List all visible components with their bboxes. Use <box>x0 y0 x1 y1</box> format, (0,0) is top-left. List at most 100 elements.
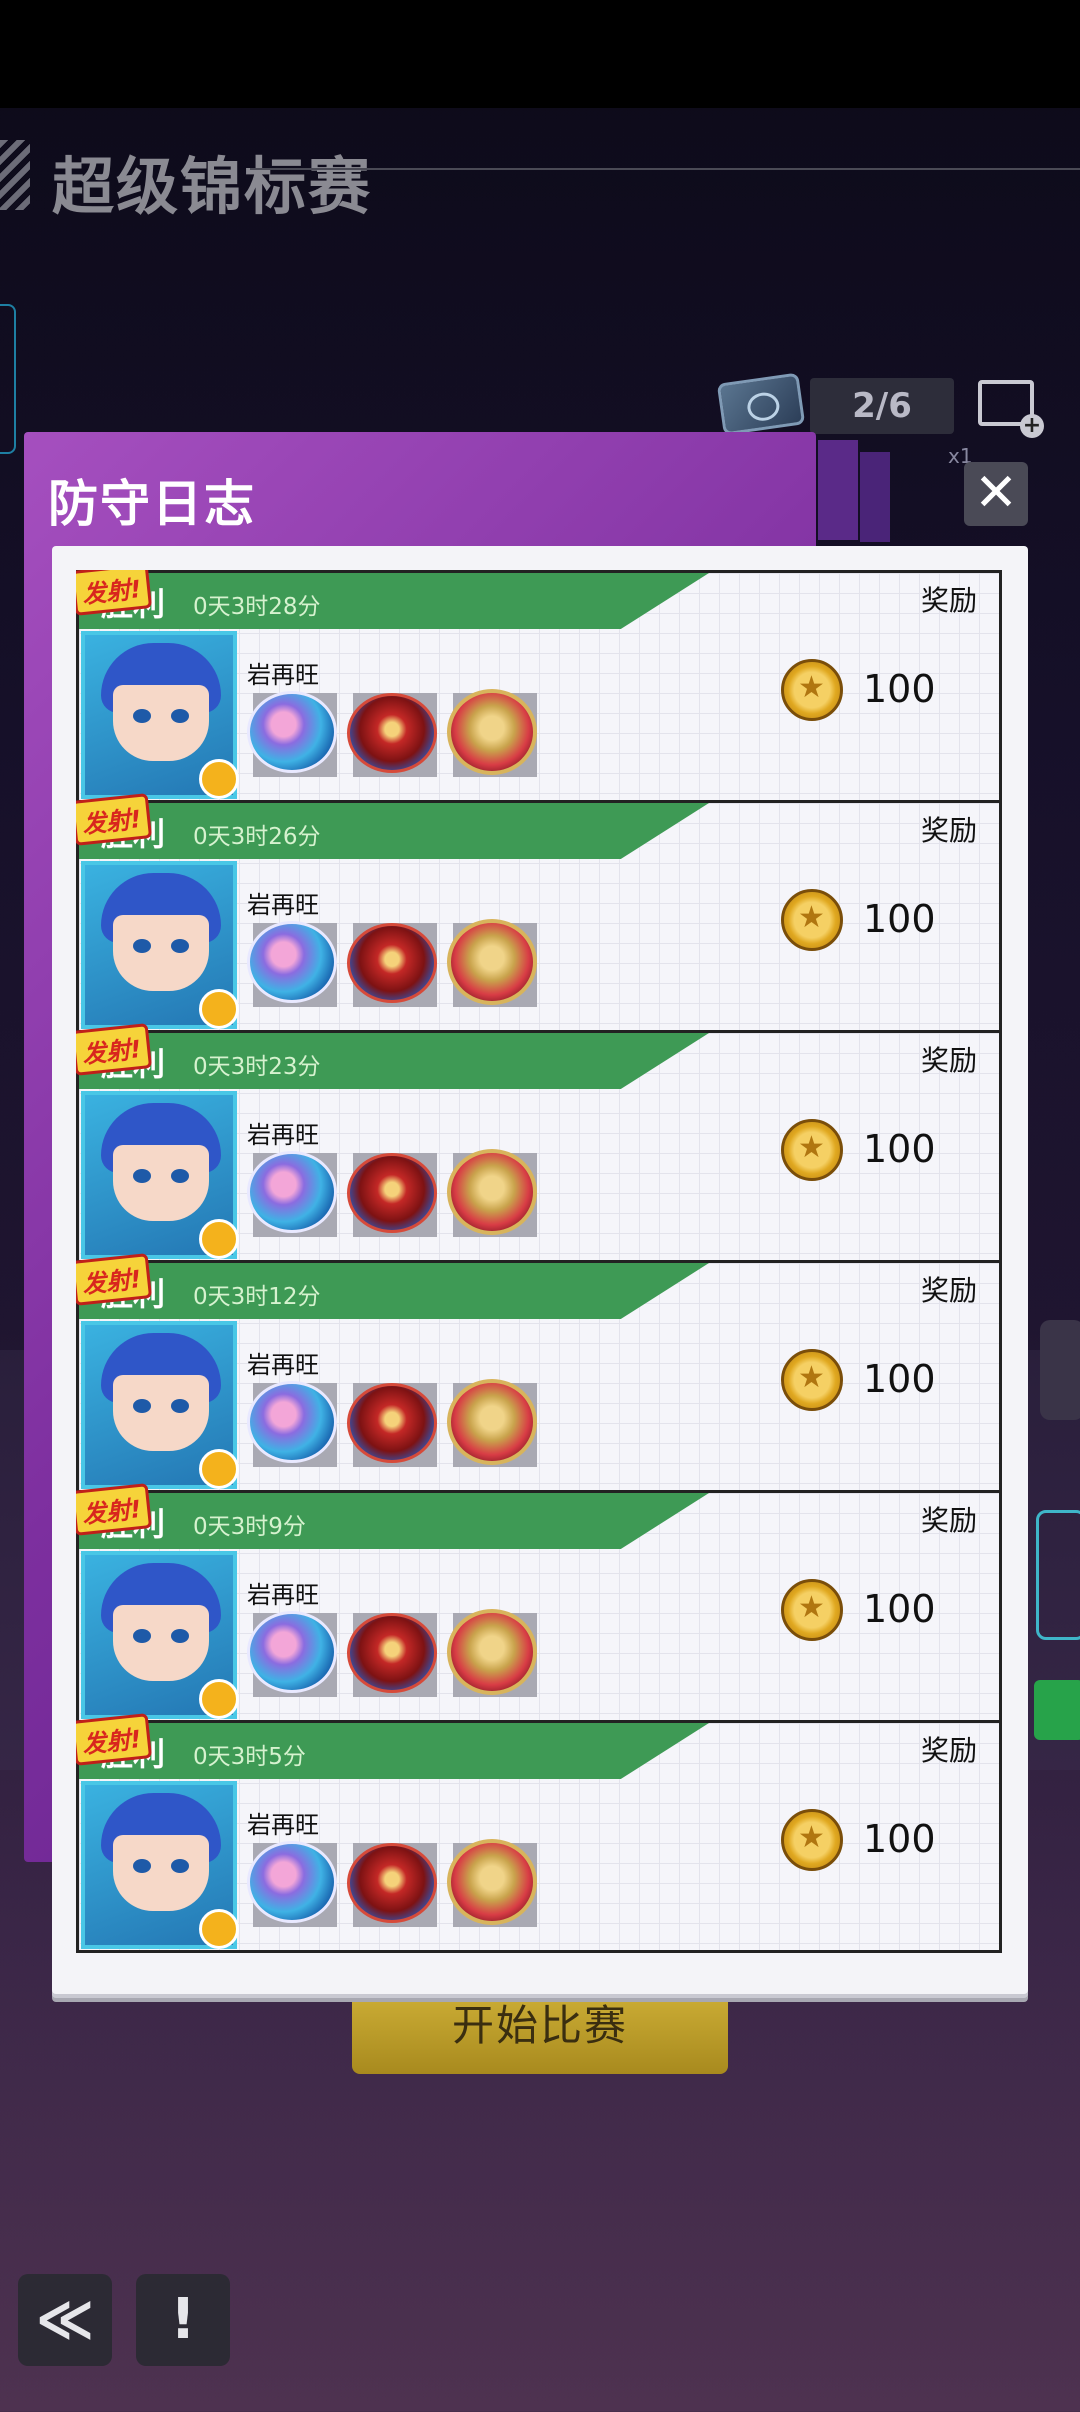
rank-badge-icon <box>199 1449 239 1489</box>
rank-badge-icon <box>199 1909 239 1949</box>
back-button[interactable]: ≪ <box>18 2274 112 2366</box>
avatar[interactable] <box>81 631 239 799</box>
coin-icon <box>781 1119 843 1181</box>
log-entry[interactable]: 胜利 0天3时5分 奖励 发射! 岩再旺 100 <box>76 1713 1002 1953</box>
fire-tag: 发射! <box>76 1253 153 1306</box>
reward-label: 奖励 <box>920 814 977 847</box>
close-button[interactable]: ✕ <box>964 462 1028 526</box>
beyblade-3-icon[interactable] <box>447 687 537 777</box>
reward-amount: 100 <box>863 1817 936 1861</box>
close-icon: ✕ <box>974 463 1018 523</box>
avatar[interactable] <box>81 1321 239 1489</box>
reward-label: 奖励 <box>920 1734 977 1767</box>
coin-icon <box>781 1809 843 1871</box>
time-ago: 0天3时28分 <box>193 594 321 620</box>
player-name: 岩再旺 <box>247 661 319 689</box>
beyblade-2-icon[interactable] <box>347 1147 437 1237</box>
time-ago: 0天3时12分 <box>193 1284 321 1310</box>
beyblade-1-icon[interactable] <box>247 1147 337 1237</box>
header-stripes <box>0 140 30 210</box>
defense-log-list[interactable]: 胜利 0天3时28分 奖励 发射! 岩再旺 100 胜利 0天3时26分 奖励 <box>76 570 1002 1958</box>
time-ago: 0天3时9分 <box>193 1514 306 1540</box>
beyblade-1-icon[interactable] <box>247 1837 337 1927</box>
beyblade-3-icon[interactable] <box>447 1837 537 1927</box>
ticket-icon <box>716 372 806 436</box>
beyblade-2-icon[interactable] <box>347 687 437 777</box>
log-entry[interactable]: 胜利 0天3时23分 奖励 发射! 岩再旺 100 <box>76 1023 1002 1263</box>
result-ribbon <box>79 573 709 629</box>
coin-icon <box>781 1579 843 1641</box>
beyblade-2-icon[interactable] <box>347 1837 437 1927</box>
side-tab[interactable] <box>0 304 16 454</box>
beyblade-3-icon[interactable] <box>447 1147 537 1237</box>
time-ago: 0天3时26分 <box>193 824 321 850</box>
defense-log-panel: 胜利 0天3时28分 奖励 发射! 岩再旺 100 胜利 0天3时26分 奖励 <box>52 546 1028 1994</box>
beyblade-2-icon[interactable] <box>347 917 437 1007</box>
background-green-button <box>1034 1680 1080 1740</box>
page-title: 超级锦标赛 <box>52 150 373 223</box>
beyblade-3-icon[interactable] <box>447 917 537 1007</box>
log-entry[interactable]: 胜利 0天3时26分 奖励 发射! 岩再旺 100 <box>76 793 1002 1033</box>
beyblade-2-icon[interactable] <box>347 1377 437 1467</box>
result-ribbon <box>79 1723 709 1779</box>
reward-label: 奖励 <box>920 584 977 617</box>
avatar[interactable] <box>81 1551 239 1719</box>
reward-label: 奖励 <box>920 1044 977 1077</box>
watch-video-button[interactable]: + <box>978 380 1044 438</box>
result-ribbon <box>79 1493 709 1549</box>
beyblade-1-icon[interactable] <box>247 687 337 777</box>
info-icon: ! <box>170 2287 196 2352</box>
avatar[interactable] <box>81 1781 239 1949</box>
reward-amount: 100 <box>863 667 936 711</box>
time-ago: 0天3时5分 <box>193 1744 306 1770</box>
log-entry[interactable]: 胜利 0天3时28分 奖励 发射! 岩再旺 100 <box>76 570 1002 803</box>
fire-tag: 发射! <box>76 793 153 846</box>
background-card-outline <box>1036 1510 1080 1640</box>
player-name: 岩再旺 <box>247 1581 319 1609</box>
header-divider <box>250 168 1080 170</box>
reward-amount: 100 <box>863 1587 936 1631</box>
info-button[interactable]: ! <box>136 2274 230 2366</box>
rank-badge-icon <box>199 989 239 1029</box>
fire-tag: 发射! <box>76 1483 153 1536</box>
dialog-stack-edge <box>818 440 858 540</box>
fire-tag: 发射! <box>76 1713 153 1766</box>
avatar[interactable] <box>81 861 239 1029</box>
coin-icon <box>781 1349 843 1411</box>
beyblade-1-icon[interactable] <box>247 917 337 1007</box>
coin-icon <box>781 659 843 721</box>
log-entry[interactable]: 胜利 0天3时12分 奖励 发射! 岩再旺 100 <box>76 1253 1002 1493</box>
attempts-counter: 2/6 <box>810 378 954 434</box>
fire-tag: 发射! <box>76 1023 153 1076</box>
beyblade-2-icon[interactable] <box>347 1607 437 1697</box>
reward-amount: 100 <box>863 897 936 941</box>
player-name: 岩再旺 <box>247 1121 319 1149</box>
status-bar <box>0 0 1080 108</box>
log-entry[interactable]: 胜利 0天3时9分 奖励 发射! 岩再旺 100 <box>76 1483 1002 1723</box>
rank-badge-icon <box>199 1679 239 1719</box>
beyblade-1-icon[interactable] <box>247 1607 337 1697</box>
player-name: 岩再旺 <box>247 1351 319 1379</box>
beyblade-1-icon[interactable] <box>247 1377 337 1467</box>
time-ago: 0天3时23分 <box>193 1054 321 1080</box>
reward-label: 奖励 <box>920 1274 977 1307</box>
dialog-stack-edge <box>860 452 890 542</box>
result-ribbon <box>79 1263 709 1319</box>
avatar[interactable] <box>81 1091 239 1259</box>
dialog-title: 防守日志 <box>48 475 256 533</box>
plus-icon: + <box>1020 414 1044 438</box>
beyblade-3-icon[interactable] <box>447 1377 537 1467</box>
result-ribbon <box>79 803 709 859</box>
coin-icon <box>781 889 843 951</box>
player-name: 岩再旺 <box>247 891 319 919</box>
result-ribbon <box>79 1033 709 1089</box>
reward-label: 奖励 <box>920 1504 977 1537</box>
back-icon: ≪ <box>35 2287 95 2352</box>
player-name: 岩再旺 <box>247 1811 319 1839</box>
background-card <box>1040 1320 1080 1420</box>
fire-tag: 发射! <box>76 570 153 616</box>
reward-amount: 100 <box>863 1127 936 1171</box>
beyblade-3-icon[interactable] <box>447 1607 537 1697</box>
reward-amount: 100 <box>863 1357 936 1401</box>
rank-badge-icon <box>199 759 239 799</box>
